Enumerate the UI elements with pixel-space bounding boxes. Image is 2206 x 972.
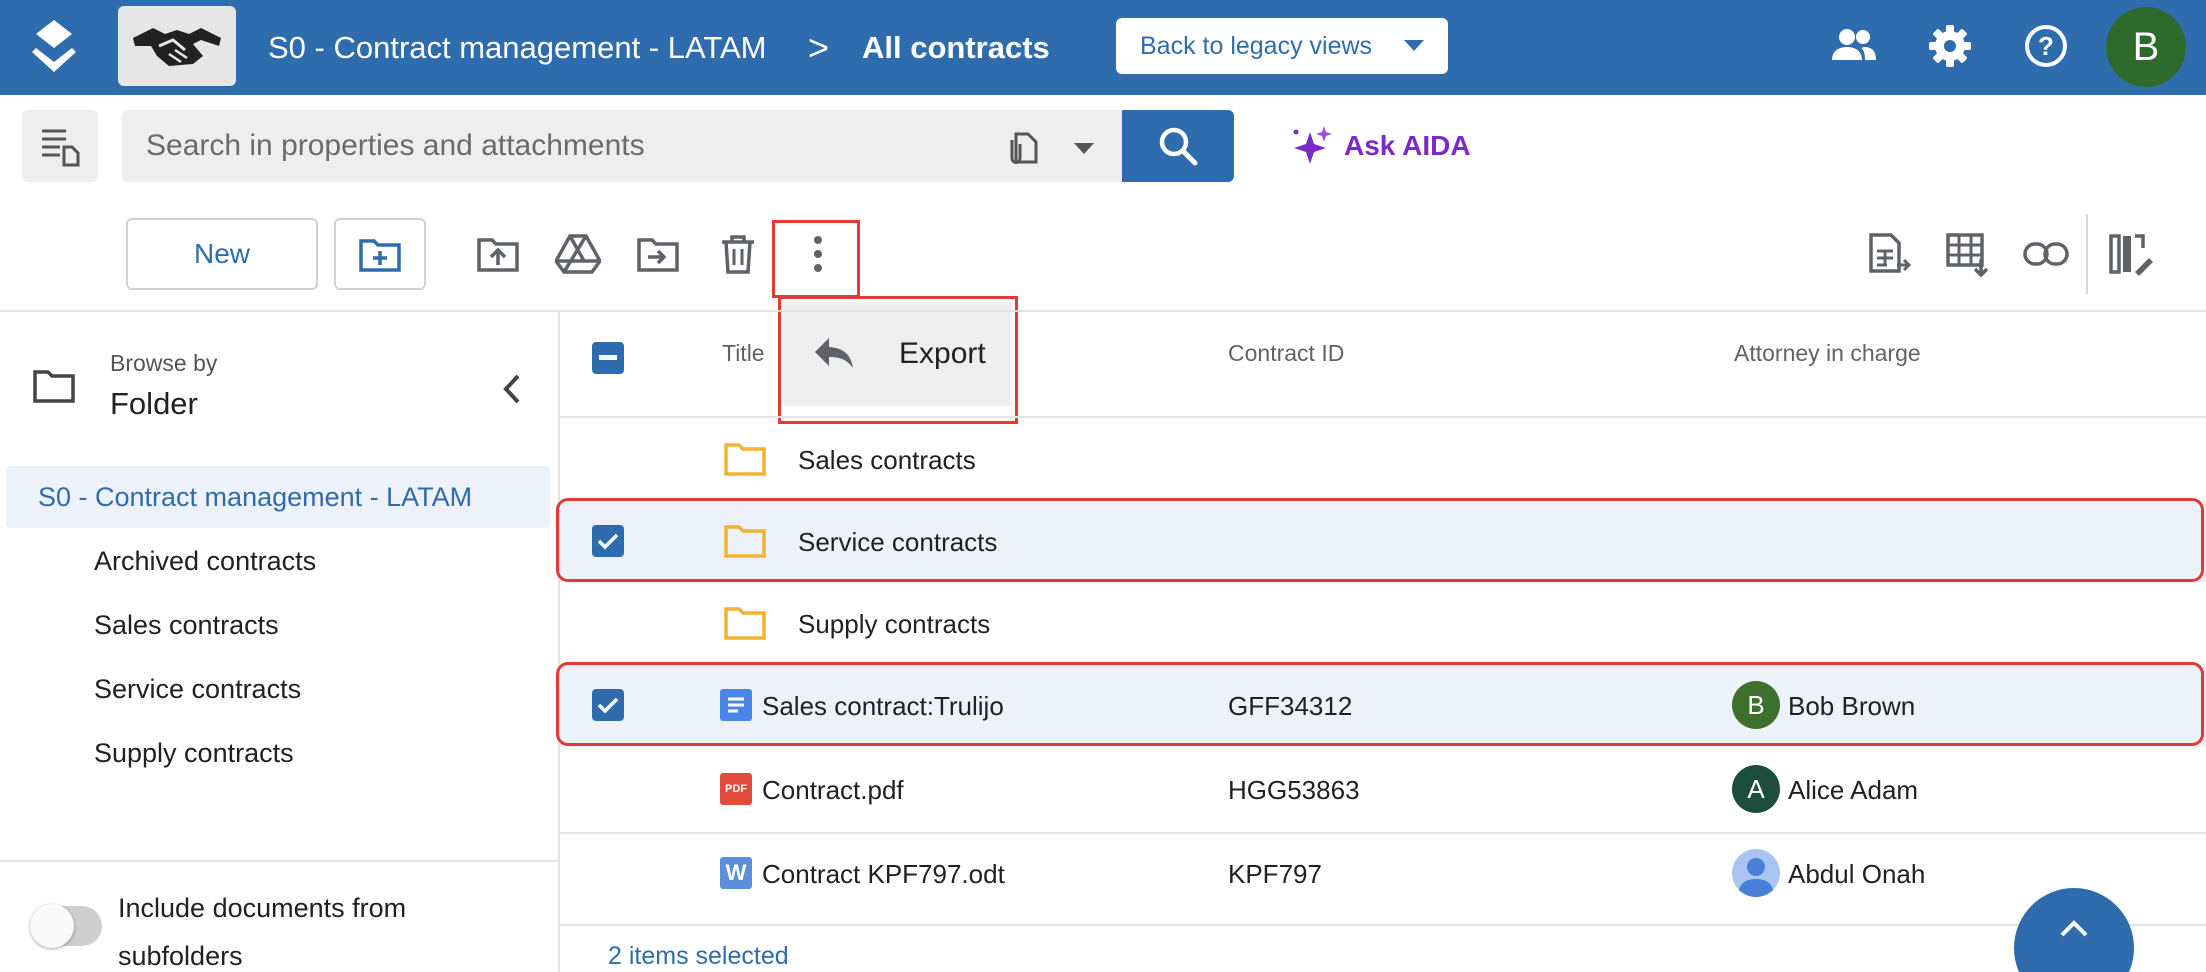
upload-icon[interactable] <box>472 228 524 280</box>
row-title[interactable]: Sales contracts <box>798 445 976 476</box>
selection-status: 2 items selected <box>608 942 789 970</box>
column-header-title[interactable]: Title <box>722 340 765 367</box>
new-button[interactable]: New <box>126 218 318 290</box>
row-contract-id: HGG53863 <box>1228 775 1360 805</box>
back-to-legacy-views-button[interactable]: Back to legacy views <box>1116 18 1448 74</box>
folder-icon <box>32 368 76 409</box>
move-to-folder-icon[interactable] <box>632 228 684 280</box>
export-menu-highlight <box>778 296 1018 424</box>
include-subfolders-label-line2: subfolders <box>118 941 243 971</box>
column-header-contract-id[interactable]: Contract ID <box>1228 340 1344 367</box>
search-input[interactable] <box>146 110 986 182</box>
browse-mode-selector[interactable]: Folder <box>110 386 198 422</box>
row-highlight <box>556 498 2204 582</box>
folder-icon <box>724 442 766 481</box>
breadcrumb-current-view: All contracts <box>862 29 1050 65</box>
toggle-sidebar-button[interactable] <box>22 110 98 182</box>
tree-item-sales-contracts[interactable]: Sales contracts <box>94 610 279 641</box>
link-icon[interactable] <box>2020 228 2072 280</box>
chevron-left-icon[interactable] <box>500 372 522 411</box>
sidebar-divider <box>558 310 560 972</box>
tree-item-service-contracts[interactable]: Service contracts <box>94 674 301 705</box>
tree-item-supply-contracts[interactable]: Supply contracts <box>94 738 294 769</box>
row-title[interactable]: Contract.pdf <box>762 775 904 806</box>
top-app-bar: S0 - Contract management - LATAM > All c… <box>0 0 2206 95</box>
select-all-checkbox[interactable] <box>592 342 624 374</box>
breadcrumb-workspace[interactable]: S0 - Contract management - LATAM <box>268 0 766 95</box>
search-button[interactable] <box>1122 110 1234 182</box>
table-import-icon[interactable] <box>1942 228 1994 280</box>
toolbar-bottom-divider <box>0 310 2206 312</box>
column-settings-icon[interactable] <box>2104 228 2156 280</box>
toggle-knob <box>30 904 74 948</box>
scroll-to-top-button[interactable] <box>2014 888 2134 972</box>
user-avatar[interactable]: B <box>2106 7 2186 87</box>
help-icon[interactable]: ? <box>2020 20 2072 72</box>
tree-item-archived-contracts[interactable]: Archived contracts <box>94 546 316 577</box>
handshake-logo[interactable] <box>118 6 236 86</box>
row-attorney: Abdul Onah <box>1788 859 1926 889</box>
more-button-highlight <box>772 220 860 298</box>
search-icon <box>1159 127 1198 166</box>
indeterminate-icon <box>599 355 617 360</box>
chevron-up-icon <box>2060 920 2088 937</box>
pdf-file-icon: PDF <box>720 773 752 805</box>
new-folder-button[interactable] <box>334 218 426 290</box>
footer-divider <box>560 924 2206 926</box>
svg-text:?: ? <box>2038 31 2054 61</box>
sidebar-footer-divider <box>0 860 558 862</box>
google-drive-icon[interactable] <box>552 228 604 280</box>
aida-sparkle-icon <box>1293 126 1332 164</box>
ask-aida-button[interactable]: Ask AIDA <box>1290 118 1471 174</box>
people-icon[interactable] <box>1828 20 1880 72</box>
search-box <box>122 110 1122 182</box>
row-title[interactable]: Supply contracts <box>798 609 990 640</box>
search-filter-caret-icon[interactable] <box>1074 143 1094 154</box>
ask-aida-label: Ask AIDA <box>1344 130 1471 161</box>
row-attorney: Alice Adam <box>1788 775 1919 805</box>
word-file-icon: W <box>720 857 752 889</box>
attachment-filter-icon[interactable] <box>1002 126 1044 168</box>
delete-icon[interactable] <box>712 228 764 280</box>
folder-icon <box>724 606 766 645</box>
header-divider <box>560 416 2206 418</box>
caret-down-icon <box>1404 40 1424 51</box>
column-header-attorney[interactable]: Attorney in charge <box>1734 340 1921 367</box>
legacy-button-label: Back to legacy views <box>1140 31 1373 60</box>
breadcrumb-separator: > <box>808 26 830 68</box>
export-sheet-icon[interactable] <box>1862 228 1914 280</box>
row-highlight <box>556 662 2204 746</box>
new-folder-icon <box>359 239 401 272</box>
include-subfolders-label-line1: Include documents from <box>118 893 407 923</box>
app-logo-icon[interactable] <box>28 18 80 76</box>
browse-by-label: Browse by <box>110 350 218 376</box>
tree-root-workspace[interactable]: S0 - Contract management - LATAM <box>6 466 550 528</box>
gear-icon[interactable] <box>1924 20 1976 72</box>
row-contract-id: KPF797 <box>1228 859 1322 889</box>
row-divider <box>560 832 2206 834</box>
default-user-avatar-icon <box>1732 849 1780 897</box>
include-subfolders-label: Include documents from subfolders <box>118 884 478 972</box>
toolbar-divider <box>2086 214 2088 294</box>
include-subfolders-toggle[interactable] <box>30 904 102 948</box>
row-title[interactable]: Contract KPF797.odt <box>762 859 1005 890</box>
avatar: A <box>1732 765 1780 813</box>
list-view-icon <box>42 129 80 167</box>
